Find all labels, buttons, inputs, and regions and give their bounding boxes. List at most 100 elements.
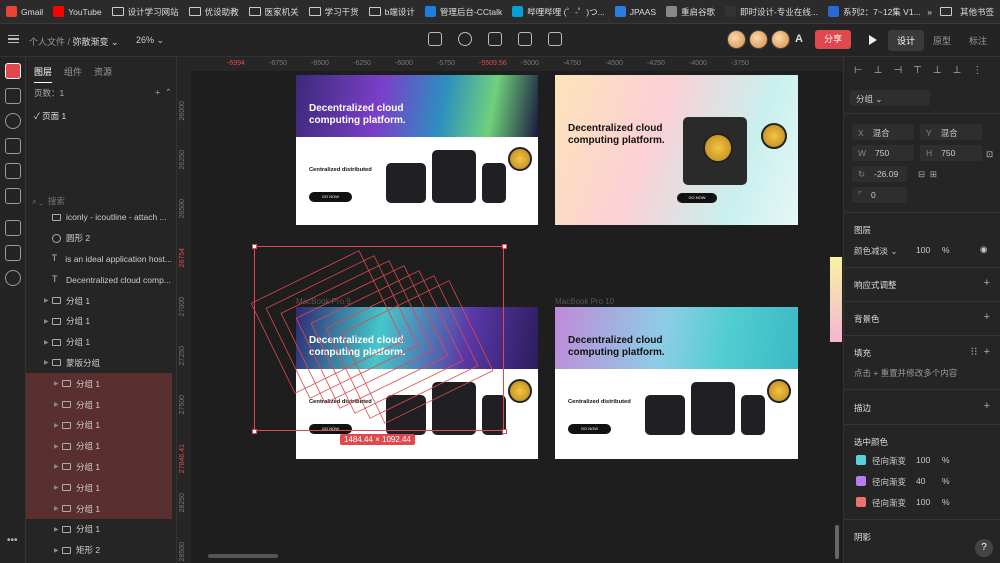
- bookmark-item[interactable]: Gmail: [6, 6, 43, 17]
- avatar[interactable]: [771, 30, 790, 49]
- bookmark-item[interactable]: 学习干货: [308, 6, 359, 18]
- radius-field[interactable]: ⌜ 0: [852, 187, 907, 203]
- frame-icon[interactable]: [548, 32, 562, 46]
- page-item[interactable]: ✓ 页面 1: [34, 110, 172, 122]
- search-input[interactable]: 搜索: [48, 196, 65, 206]
- expand-icon[interactable]: ▶: [44, 297, 52, 304]
- pen-tool-icon[interactable]: [5, 138, 21, 154]
- x-field[interactable]: X 混合: [852, 124, 914, 140]
- shadow-section[interactable]: 阴影: [854, 531, 871, 543]
- rotation-field[interactable]: ↻ -26.09: [852, 166, 907, 182]
- expand-icon[interactable]: ▶: [44, 339, 52, 346]
- layer-row[interactable]: ▶ 分组 1: [26, 435, 172, 457]
- resize-handle[interactable]: [252, 244, 257, 249]
- resize-handle[interactable]: [502, 429, 507, 434]
- bookmark-item[interactable]: b端设计: [368, 6, 415, 18]
- layer-row[interactable]: ▶ 分组 1: [26, 394, 172, 415]
- layer-row[interactable]: ▶ 分组 1: [26, 311, 172, 332]
- align-left-icon[interactable]: ⊢: [854, 65, 863, 76]
- distribute-icon[interactable]: ⋮: [972, 65, 982, 76]
- layer-row[interactable]: T Decentralized cloud comp...: [26, 269, 172, 290]
- layer-row[interactable]: ▶ 分组 1: [26, 332, 172, 353]
- layer-row[interactable]: ▶ 矩形 2: [26, 540, 172, 561]
- layer-row[interactable]: Tis an ideal application host...: [26, 249, 172, 270]
- color-swatch[interactable]: [856, 497, 866, 507]
- w-field[interactable]: W 750: [852, 145, 914, 161]
- add-fill-icon[interactable]: ⁝⁝ +: [970, 345, 990, 358]
- align-center-icon[interactable]: ⊥: [874, 65, 883, 76]
- h-scrollbar[interactable]: [208, 554, 278, 558]
- lock-ratio-icon[interactable]: ⊡: [986, 149, 993, 160]
- layer-search[interactable]: ⌕ ⌄ 搜索: [32, 195, 65, 207]
- select-tool-icon[interactable]: [5, 63, 21, 79]
- responsive-section[interactable]: 响应式调整: [854, 279, 897, 291]
- expand-icon[interactable]: ▶: [54, 484, 62, 491]
- expand-icon[interactable]: ▶: [54, 505, 62, 512]
- align-right-icon[interactable]: ⊣: [893, 65, 902, 76]
- resize-handle[interactable]: [252, 429, 257, 434]
- layer-row[interactable]: ▶ 分组 1: [26, 498, 172, 519]
- bookmark-item[interactable]: 重启谷歌: [666, 6, 715, 18]
- bookmark-item[interactable]: 医家机关: [248, 6, 299, 18]
- expand-icon[interactable]: ▶: [54, 547, 62, 554]
- other-bookmarks[interactable]: 其他书签: [960, 6, 994, 18]
- swatch-opacity[interactable]: 100: [916, 497, 930, 507]
- help-icon[interactable]: ?: [975, 539, 993, 557]
- component-icon[interactable]: [518, 32, 532, 46]
- layer-row[interactable]: ▶ 分组 1: [26, 373, 172, 395]
- blend-mode-select[interactable]: 颜色减淡 ⌄: [854, 245, 897, 257]
- canvas[interactable]: -6994 -6750 -6500 -6250 -6000 -5750 -5509.56 -5…: [177, 57, 843, 563]
- layer-type-select[interactable]: 分组 ⌄: [850, 90, 930, 106]
- align-middle-icon[interactable]: ⊥: [933, 65, 942, 76]
- y-field[interactable]: Y 混合: [920, 124, 982, 140]
- expand-icon[interactable]: ▶: [54, 463, 62, 470]
- tab-2[interactable]: 资源: [94, 65, 112, 83]
- play-icon[interactable]: [869, 35, 877, 45]
- stroke-section[interactable]: 描边: [854, 402, 871, 414]
- crumb-root[interactable]: 个人文件 /: [29, 37, 70, 47]
- add-stroke-icon[interactable]: +: [984, 400, 990, 412]
- bookmark-item[interactable]: 设计学习网站: [111, 6, 179, 18]
- layer-row[interactable]: 圆形 2: [26, 228, 172, 249]
- expand-icon[interactable]: ▶: [44, 359, 52, 366]
- bookmark-item[interactable]: 系列2：7~12集 V1...: [827, 6, 921, 18]
- bookmark-item[interactable]: 管理后台-CCtalk: [424, 6, 502, 18]
- opacity-value[interactable]: 100: [916, 245, 930, 255]
- expand-icon[interactable]: ▶: [54, 401, 62, 408]
- align-top-icon[interactable]: ⊤: [913, 65, 922, 76]
- background-section[interactable]: 背景色: [854, 313, 880, 325]
- expand-icon[interactable]: ▶: [44, 318, 52, 325]
- swatch-opacity[interactable]: 40: [916, 476, 925, 486]
- more-bookmarks[interactable]: »: [927, 7, 932, 17]
- add-bg-icon[interactable]: +: [984, 311, 990, 323]
- tab-0[interactable]: 图层: [34, 65, 53, 83]
- breadcrumb[interactable]: 个人文件 / 弥散渐变 ⌄: [29, 35, 119, 48]
- layer-row[interactable]: ▶ 分组 1: [26, 414, 172, 436]
- zoom-select[interactable]: 26% ⌄: [136, 35, 164, 46]
- selection-box[interactable]: [254, 246, 504, 431]
- shape-tool-icon[interactable]: [5, 113, 21, 129]
- layer-row[interactable]: ▶ 分组 1: [26, 477, 172, 499]
- font-icon[interactable]: A: [795, 33, 803, 45]
- color-swatch[interactable]: [856, 455, 866, 465]
- swatch-opacity[interactable]: 100: [916, 455, 930, 465]
- expand-icon[interactable]: ▶: [54, 526, 62, 533]
- avatar[interactable]: [749, 30, 768, 49]
- fill-hint[interactable]: 点击 + 重置并修改多个内容: [854, 367, 957, 379]
- h-field[interactable]: H 750: [920, 145, 982, 161]
- layer-row[interactable]: ▶ 蒙版分组: [26, 353, 172, 374]
- add-responsive-icon[interactable]: +: [984, 277, 990, 289]
- eye-icon[interactable]: ◉: [980, 244, 987, 255]
- layer-row[interactable]: ▶ 分组 1: [26, 456, 172, 478]
- mask-icon[interactable]: [458, 32, 472, 46]
- bookmark-item[interactable]: JPAAS: [614, 6, 656, 17]
- tab-annotation[interactable]: 标注: [960, 30, 996, 51]
- boolean-icon[interactable]: [428, 32, 442, 46]
- resize-handle[interactable]: [502, 244, 507, 249]
- tab-design[interactable]: 设计: [888, 30, 925, 51]
- text-tool-icon[interactable]: [5, 163, 21, 179]
- plugin-icon[interactable]: [5, 245, 21, 261]
- color-swatch[interactable]: [856, 476, 866, 486]
- layer-row[interactable]: ▶ 分组 1: [26, 290, 172, 311]
- menu-icon[interactable]: [8, 35, 19, 43]
